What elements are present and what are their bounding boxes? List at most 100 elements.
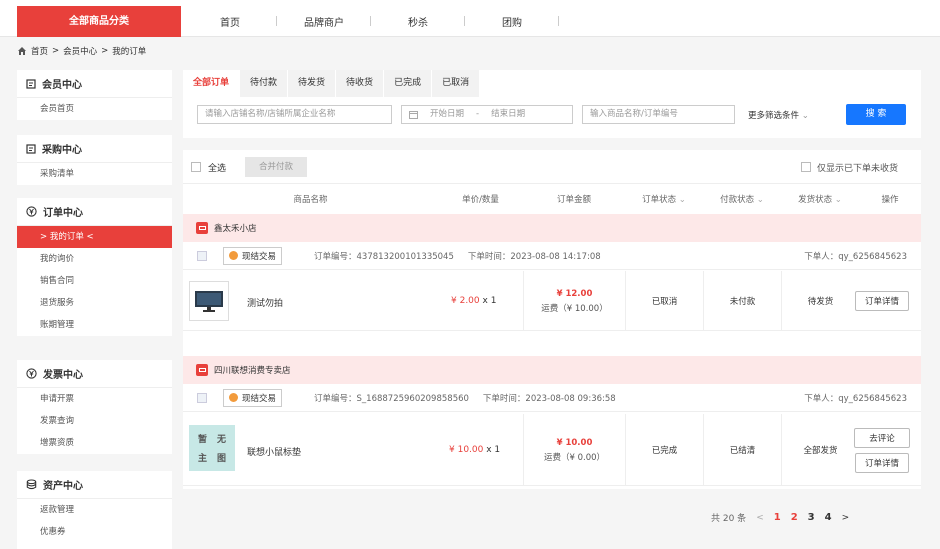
pagination: 共 20 条 < 1 2 3 4 > bbox=[711, 511, 849, 524]
shop-icon bbox=[196, 222, 208, 234]
trade-type-tag: 现结交易 bbox=[223, 246, 283, 265]
sidebar-order-center: 订单中心 > 我的订单 < 我的询价 销售合同 退货服务 账期管理 bbox=[17, 198, 172, 336]
sidebar-item-apply-invoice[interactable]: 申请开票 bbox=[17, 388, 172, 410]
order-amount: ¥ 12.00 bbox=[556, 288, 593, 299]
sidebar-item-my-orders[interactable]: > 我的订单 < bbox=[17, 226, 172, 248]
review-button[interactable]: 去评论 bbox=[854, 427, 910, 448]
prev-page-button[interactable]: < bbox=[756, 513, 764, 523]
yen-circle-icon bbox=[26, 206, 37, 217]
sidebar-item-credit-terms[interactable]: 账期管理 bbox=[17, 314, 172, 336]
tab-completed[interactable]: 已完成 bbox=[384, 70, 432, 97]
page-1[interactable]: 1 bbox=[774, 512, 781, 523]
sidebar-purchase-center: 采购中心 采购清单 bbox=[17, 135, 172, 185]
store-name[interactable]: 鑫太禾小店 bbox=[214, 222, 257, 234]
page-4[interactable]: 4 bbox=[825, 512, 832, 523]
trade-type-label: 现结交易 bbox=[242, 251, 277, 262]
order-detail-button[interactable]: 订单详情 bbox=[854, 291, 909, 311]
all-categories-button[interactable]: 全部商品分类 bbox=[17, 6, 181, 37]
order-filter-panel: 全部订单 待付款 待发货 待收货 已完成 已取消 请输入店铺名称/店铺所属企业名… bbox=[183, 70, 921, 138]
breadcrumb-member-center[interactable]: 会员中心 bbox=[63, 45, 97, 57]
product-thumbnail[interactable] bbox=[189, 281, 229, 321]
order-buyer: 下单人：qy_6256845623 bbox=[804, 251, 907, 262]
sidebar-item-my-inquiries[interactable]: 我的询价 bbox=[17, 248, 172, 270]
unit-price: ¥ 10.00 bbox=[449, 445, 484, 455]
col-pay-status[interactable]: 付款状态 ⌄ bbox=[703, 193, 781, 205]
page-3[interactable]: 3 bbox=[808, 512, 815, 523]
order-meta-row: 现结交易 订单编号：S_1688725960209858560 下单时间：202… bbox=[183, 384, 921, 412]
only-unreceived-checkbox[interactable] bbox=[801, 162, 811, 172]
store-search-input[interactable]: 请输入店铺名称/店铺所属企业名称 bbox=[197, 105, 392, 124]
sidebar-item-rebates[interactable]: 返款管理 bbox=[17, 499, 172, 521]
sidebar-head-assets: 资产中心 bbox=[17, 471, 172, 499]
payment-status: 已结清 bbox=[703, 414, 781, 486]
date-range-picker[interactable]: 开始日期 - 结束日期 bbox=[401, 105, 573, 124]
product-search-input[interactable]: 输入商品名称/订单编号 bbox=[582, 105, 735, 124]
order-detail-button[interactable]: 订单详情 bbox=[854, 452, 909, 473]
product-thumbnail-placeholder[interactable]: 暂 无 主 图 bbox=[189, 425, 235, 471]
breadcrumb: 首页 > 会员中心 > 我的订单 bbox=[17, 45, 146, 57]
order-checkbox[interactable] bbox=[197, 392, 207, 403]
more-filters-label: 更多筛选条件 bbox=[748, 111, 800, 121]
nav-group-buy[interactable]: 团购 bbox=[465, 14, 559, 29]
chevron-down-icon: ⌄ bbox=[756, 195, 764, 205]
sidebar-item-purchase-list[interactable]: 采购清单 bbox=[17, 163, 172, 185]
nav-brands[interactable]: 品牌商户 bbox=[277, 14, 371, 29]
store-header: 四川联想消费专卖店 bbox=[183, 356, 921, 384]
yen-circle-icon bbox=[26, 368, 37, 379]
sidebar-invoice-center: 发票中心 申请开票 发票查询 增票资质 bbox=[17, 360, 172, 454]
order-product-row: 暂 无 主 图 联想小鼠标垫 ¥ 10.00 x 1 ¥ 10.00 运费（¥ … bbox=[183, 414, 921, 486]
coin-icon bbox=[229, 251, 238, 260]
order-checkbox[interactable] bbox=[197, 250, 207, 261]
chevron-down-icon: ⌄ bbox=[678, 195, 686, 205]
product-name[interactable]: 测试勿拍 bbox=[247, 296, 283, 309]
sidebar-item-coupons[interactable]: 优惠券 bbox=[17, 521, 172, 543]
order-meta-row: 现结交易 订单编号：437813200101335045 下单时间：2023-0… bbox=[183, 242, 921, 270]
tab-pending-receipt[interactable]: 待收货 bbox=[336, 70, 384, 97]
store-name[interactable]: 四川联想消费专卖店 bbox=[214, 364, 291, 376]
tab-pending-payment[interactable]: 待付款 bbox=[240, 70, 288, 97]
sidebar-item-sales-contract[interactable]: 销售合同 bbox=[17, 270, 172, 292]
order-status: 已完成 bbox=[625, 414, 703, 486]
sidebar-item-returns[interactable]: 退货服务 bbox=[17, 292, 172, 314]
placeholder-char: 暂 bbox=[197, 435, 207, 445]
quantity: x 1 bbox=[482, 296, 497, 306]
sidebar-item-member-home[interactable]: 会员首页 bbox=[17, 98, 172, 120]
select-all-label: 全选 bbox=[208, 164, 227, 174]
tab-cancelled[interactable]: 已取消 bbox=[432, 70, 480, 97]
col-order-status[interactable]: 订单状态 ⌄ bbox=[625, 193, 703, 205]
sidebar-item-invoice-query[interactable]: 发票查询 bbox=[17, 410, 172, 432]
search-button[interactable]: 搜 索 bbox=[846, 104, 906, 125]
start-date[interactable]: 开始日期 bbox=[430, 106, 464, 123]
order-amount: ¥ 10.00 bbox=[556, 437, 593, 448]
order-amount-cell: ¥ 12.00 运费（¥ 10.00） bbox=[523, 271, 625, 331]
trade-type-label: 现结交易 bbox=[242, 393, 277, 404]
placeholder-char: 主 bbox=[197, 454, 207, 464]
breadcrumb-sep: > bbox=[101, 46, 109, 56]
coin-icon bbox=[229, 393, 238, 402]
page-2[interactable]: 2 bbox=[791, 512, 798, 523]
order-actions: 订单详情 bbox=[843, 271, 921, 331]
sidebar-title: 会员中心 bbox=[42, 80, 82, 91]
col-price-qty: 单价/数量 bbox=[462, 195, 499, 205]
sidebar-head-invoice: 发票中心 bbox=[17, 360, 172, 388]
calendar-icon bbox=[409, 111, 418, 119]
col-ship-status[interactable]: 发货状态 ⌄ bbox=[781, 193, 859, 205]
breadcrumb-home[interactable]: 首页 bbox=[31, 45, 48, 57]
end-date[interactable]: 结束日期 bbox=[491, 106, 525, 123]
tab-pending-shipment[interactable]: 待发货 bbox=[288, 70, 336, 97]
nav-home[interactable]: 首页 bbox=[183, 14, 277, 29]
next-page-button[interactable]: > bbox=[842, 513, 850, 523]
tab-all-orders[interactable]: 全部订单 bbox=[183, 70, 240, 97]
merge-payment-button[interactable]: 合并付款 bbox=[245, 157, 307, 177]
col-product-name: 商品名称 bbox=[293, 195, 328, 205]
nav-flash-sale[interactable]: 秒杀 bbox=[371, 14, 465, 29]
home-icon[interactable] bbox=[17, 46, 27, 56]
product-name[interactable]: 联想小鼠标垫 bbox=[247, 445, 301, 458]
select-all-checkbox[interactable] bbox=[191, 162, 201, 172]
sidebar-asset-center: 资产中心 返款管理 优惠券 bbox=[17, 471, 172, 549]
order-time: 下单时间：2023-08-08 14:17:08 bbox=[467, 251, 601, 262]
store-header: 鑫太禾小店 bbox=[183, 214, 921, 242]
sidebar-item-vat-qualification[interactable]: 增票资质 bbox=[17, 432, 172, 454]
more-filters-toggle[interactable]: 更多筛选条件 ⌄ bbox=[748, 109, 809, 121]
only-unreceived-label: 仅显示已下单未收货 bbox=[817, 164, 899, 174]
